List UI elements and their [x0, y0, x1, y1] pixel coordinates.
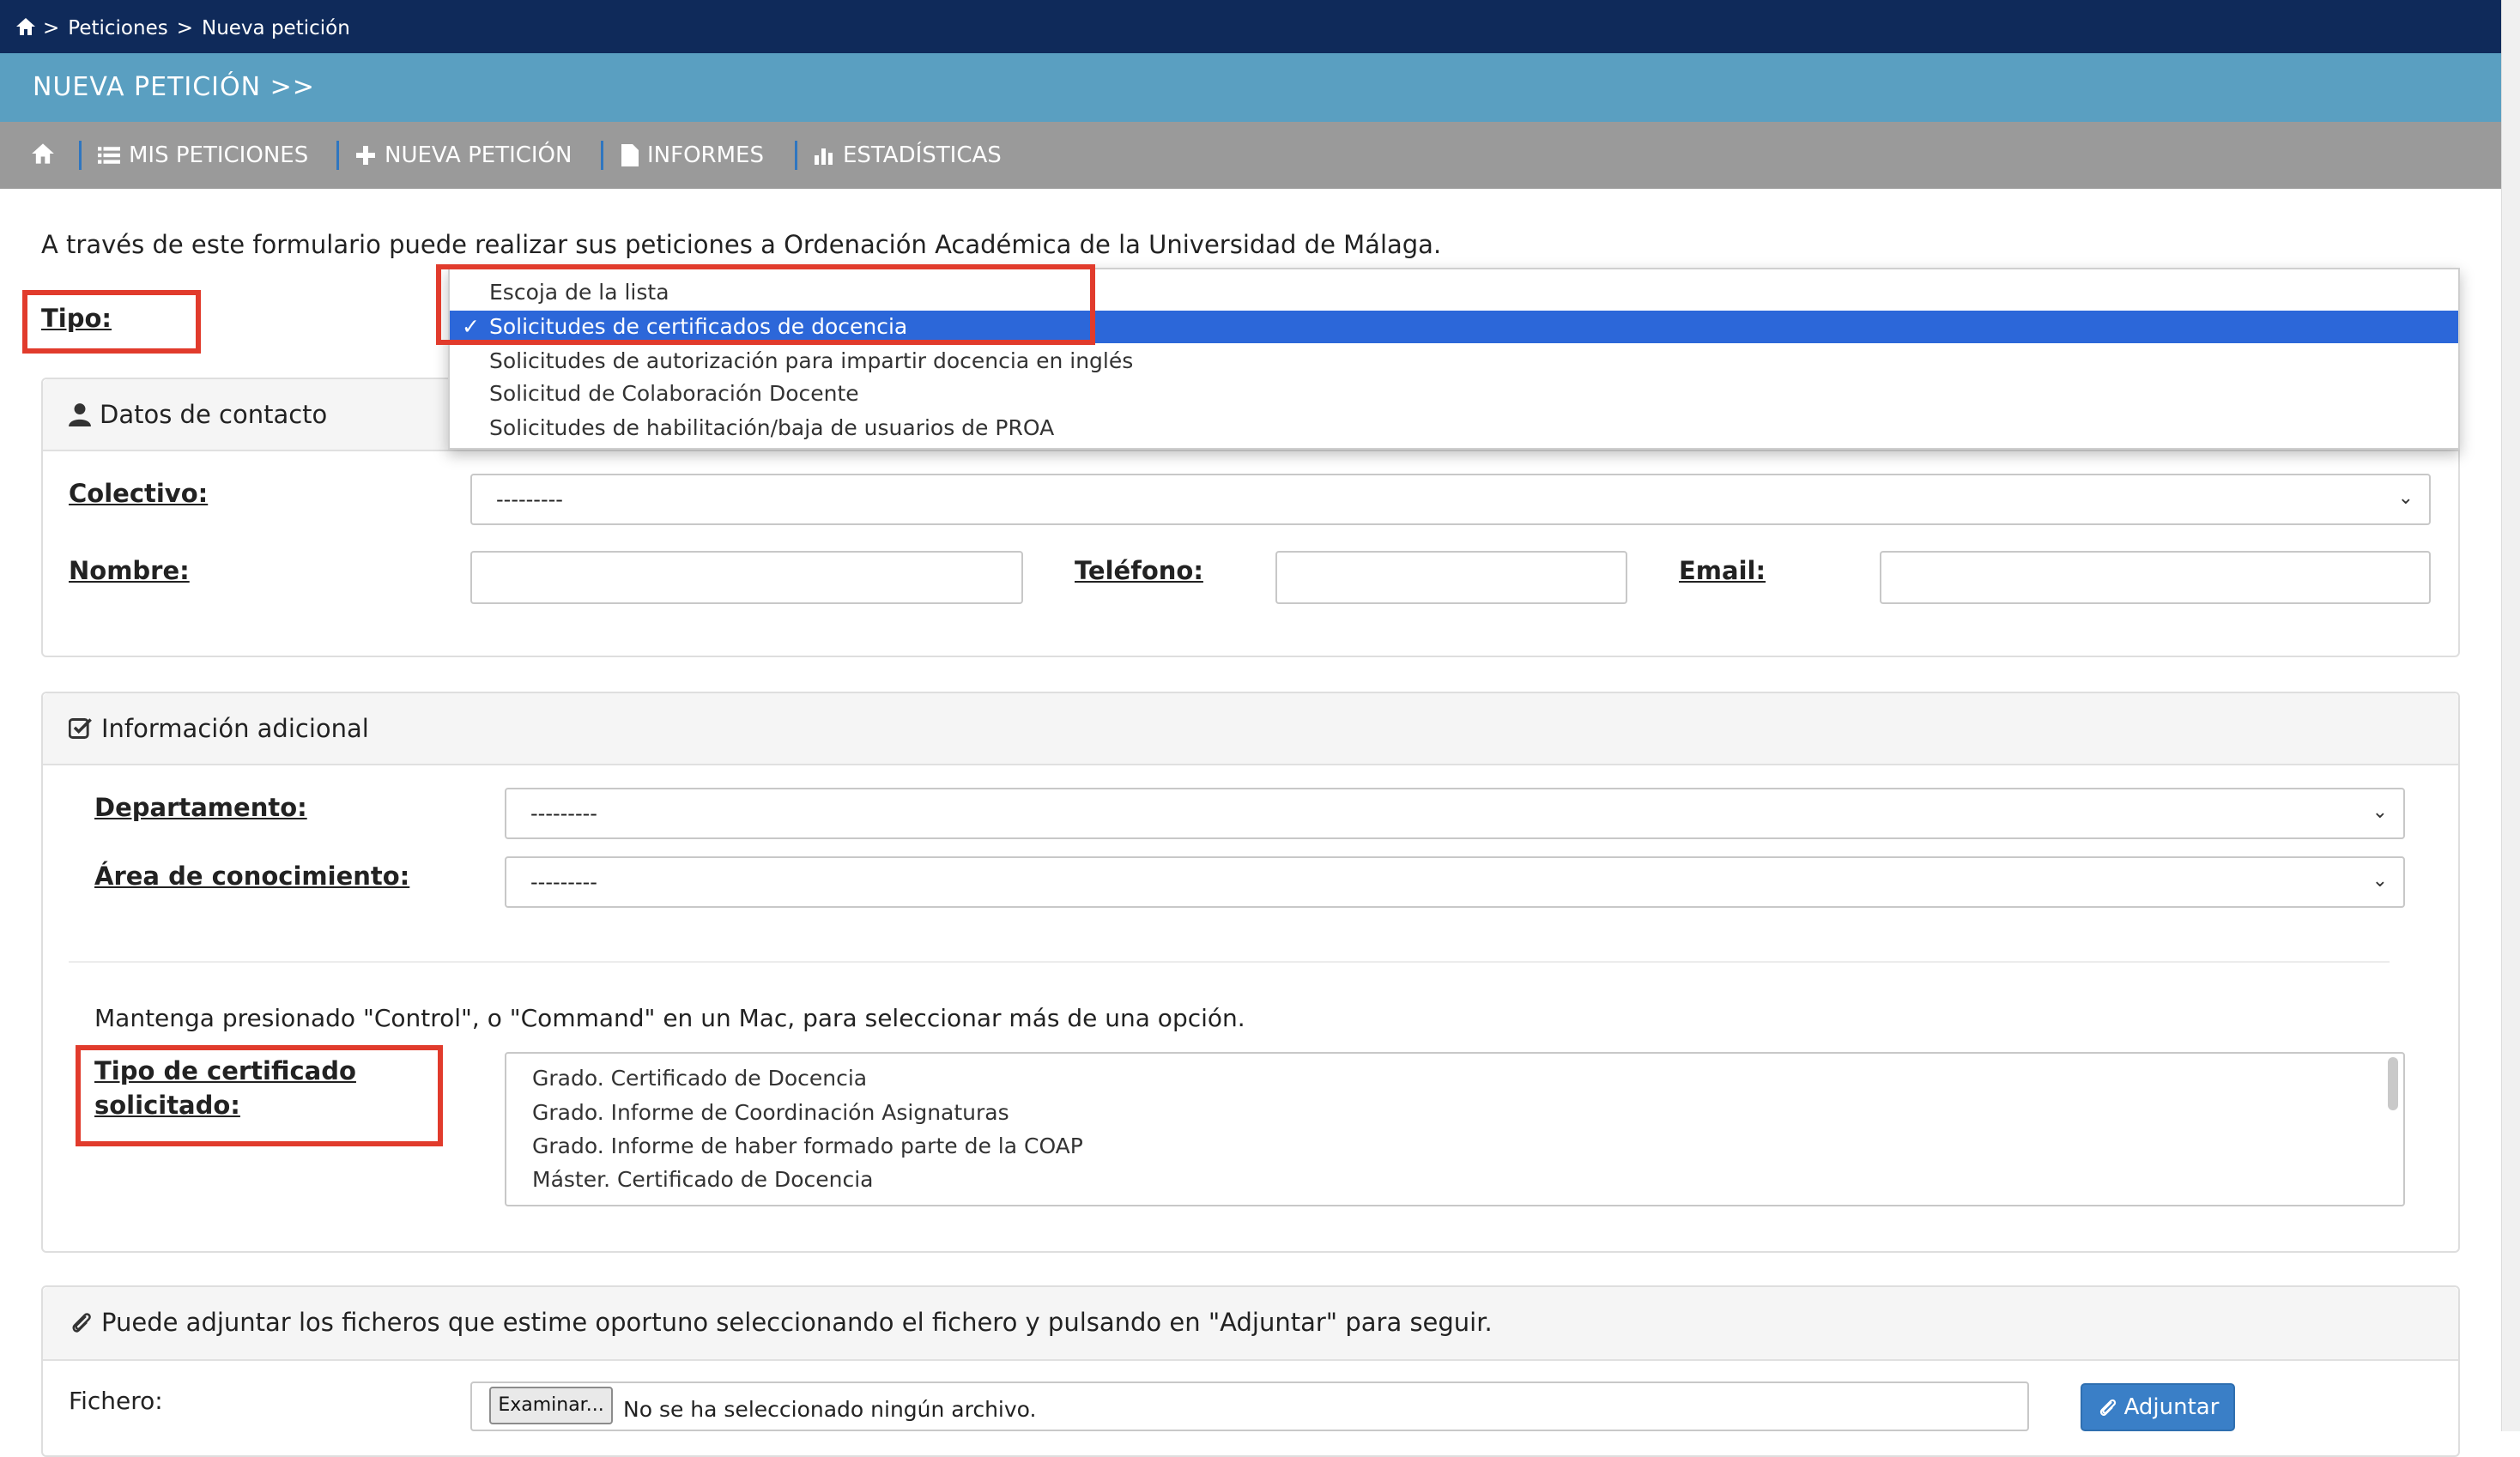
paperclip-icon [72, 1313, 91, 1333]
chevron-down-icon: ⌄ [2397, 487, 2414, 509]
nombre-input[interactable] [470, 551, 1023, 604]
area-select[interactable]: --------- ⌄ [505, 856, 2405, 908]
file-icon [621, 144, 639, 166]
telefono-label: Teléfono: [1075, 556, 1203, 585]
breadcrumb: > Peticiones > Nueva petición [0, 0, 2501, 53]
divider [69, 961, 2390, 963]
email-input[interactable] [1880, 551, 2431, 604]
listbox-scrollbar[interactable] [2388, 1057, 2398, 1110]
chevron-down-icon: ⌄ [2372, 801, 2388, 823]
colectivo-label: Colectivo: [69, 479, 209, 508]
nav-estadisticas[interactable]: ESTADÍSTICAS [814, 142, 1002, 168]
bar-chart-icon [815, 148, 833, 165]
fichero-label: Fichero: [69, 1387, 163, 1415]
nav-divider [336, 141, 339, 170]
area-label: Área de conocimiento: [94, 862, 410, 891]
nav-informes[interactable]: INFORMES [621, 142, 764, 168]
highlight-box-tipo-certificado [76, 1045, 443, 1146]
attachments-panel-header: Puede adjuntar los ficheros que estime o… [43, 1287, 2458, 1361]
nav-home[interactable] [31, 142, 55, 165]
nav-informes-label: INFORMES [647, 142, 764, 168]
tipo-certificado-listbox[interactable]: Grado. Certificado de Docencia Grado. In… [505, 1052, 2405, 1206]
chevron-down-icon: ⌄ [2372, 870, 2388, 892]
telefono-input[interactable] [1275, 551, 1627, 604]
nav-mis-peticiones-label: MIS PETICIONES [129, 142, 309, 168]
listbox-option[interactable]: Máster. Certificado de Docencia [532, 1167, 874, 1192]
paperclip-icon [2099, 1399, 2116, 1416]
list-icon [98, 147, 120, 164]
nav-nueva-peticion-label: NUEVA PETICIÓN [385, 142, 572, 168]
attachments-panel-text: Puede adjuntar los ficheros que estime o… [101, 1308, 1493, 1337]
home-icon [32, 143, 54, 164]
additional-info-panel-header: Información adicional [43, 693, 2458, 765]
file-status-text: No se ha seleccionado ningún archivo. [623, 1397, 1037, 1422]
tipo-option[interactable]: Solicitud de Colaboración Docente [450, 378, 2458, 410]
nav-divider [601, 141, 603, 170]
breadcrumb-separator: > [43, 17, 60, 39]
nav-estadisticas-label: ESTADÍSTICAS [843, 142, 1002, 168]
listbox-option[interactable]: Grado. Informe de Coordinación Asignatur… [532, 1100, 1009, 1125]
examinar-button[interactable]: Examinar... [489, 1387, 613, 1424]
nombre-label: Nombre: [69, 556, 190, 585]
nav-nueva-peticion[interactable]: NUEVA PETICIÓN [355, 142, 572, 168]
breadcrumb-item-nueva-peticion: Nueva petición [202, 17, 350, 39]
page-title-bar: NUEVA PETICIÓN >> [0, 53, 2501, 122]
edit-check-icon [69, 718, 92, 739]
listbox-option[interactable]: Grado. Informe de haber formado parte de… [532, 1134, 1083, 1158]
multiselect-hint: Mantenga presionado "Control", o "Comman… [94, 1004, 1245, 1032]
home-icon[interactable] [15, 17, 36, 41]
main-nav: MIS PETICIONES NUEVA PETICIÓN INFORMES E… [0, 122, 2501, 189]
departamento-value: --------- [530, 801, 597, 825]
additional-info-panel-title: Información adicional [101, 714, 369, 743]
page-title: NUEVA PETICIÓN >> [33, 72, 315, 102]
tipo-option[interactable]: Solicitudes de habilitación/baja de usua… [450, 412, 2458, 444]
listbox-option[interactable]: Grado. Certificado de Docencia [532, 1066, 867, 1091]
highlight-box-selected-option [436, 264, 1095, 345]
nav-divider [79, 141, 82, 170]
departamento-label: Departamento: [94, 793, 307, 822]
area-value: --------- [530, 870, 597, 894]
nav-mis-peticiones[interactable]: MIS PETICIONES [98, 142, 308, 168]
page-scrollbar[interactable] [2501, 0, 2520, 1431]
adjuntar-button-label: Adjuntar [2123, 1394, 2220, 1420]
intro-text: A través de este formulario puede realiz… [41, 230, 1442, 259]
tipo-option[interactable]: Solicitudes de autorización para imparti… [450, 345, 2458, 378]
attachments-panel: Puede adjuntar los ficheros que estime o… [41, 1285, 2460, 1457]
plus-icon [356, 146, 375, 165]
user-icon [69, 403, 91, 426]
adjuntar-button[interactable]: Adjuntar [2081, 1383, 2235, 1431]
highlight-box-tipo [22, 290, 201, 354]
breadcrumb-separator: > [176, 17, 193, 39]
colectivo-value: --------- [496, 487, 563, 511]
nav-divider [795, 141, 797, 170]
email-label: Email: [1679, 556, 1766, 585]
contact-panel-title: Datos de contacto [100, 400, 328, 429]
breadcrumb-item-peticiones[interactable]: Peticiones [68, 17, 167, 39]
departamento-select[interactable]: --------- ⌄ [505, 788, 2405, 839]
colectivo-select[interactable]: --------- ⌄ [470, 474, 2431, 525]
